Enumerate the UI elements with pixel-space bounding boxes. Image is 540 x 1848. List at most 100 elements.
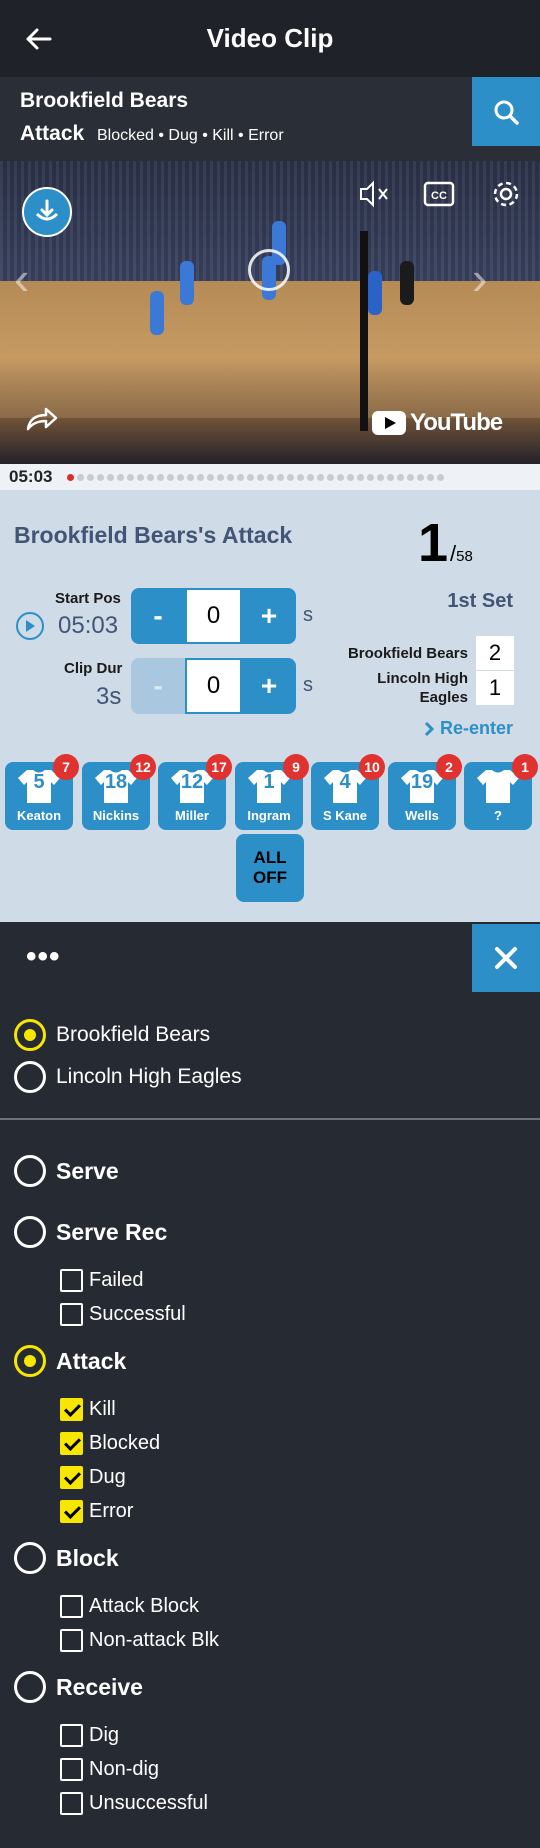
option-checkbox-non-attack-blk[interactable] <box>60 1629 83 1652</box>
option-checkbox-non-dig[interactable] <box>60 1758 83 1781</box>
share-icon[interactable] <box>22 399 60 437</box>
timeline-dot[interactable] <box>97 473 104 481</box>
timeline-dot[interactable] <box>397 473 404 481</box>
timeline-dot[interactable] <box>427 473 434 481</box>
timeline-dots[interactable] <box>67 473 444 481</box>
timeline-dot[interactable] <box>357 473 364 481</box>
player-button[interactable]: 19 Wells 2 <box>388 754 462 830</box>
timeline-dot[interactable] <box>87 473 94 481</box>
start-pos-minus-button[interactable]: - <box>131 588 185 644</box>
player-count-badge: 9 <box>283 754 309 780</box>
category-radio-block[interactable] <box>14 1542 46 1574</box>
timeline-dot[interactable] <box>407 473 414 481</box>
app-brand-icon <box>22 187 72 237</box>
player-button[interactable]: 4S Kane 10 <box>311 754 385 830</box>
play-from-start-icon[interactable] <box>16 612 44 640</box>
option-checkbox-error[interactable] <box>60 1500 83 1523</box>
timeline-dot[interactable] <box>307 473 314 481</box>
player-count-badge: 17 <box>206 754 232 780</box>
timeline-dot[interactable] <box>297 473 304 481</box>
timeline-dot[interactable] <box>327 473 334 481</box>
clip-dur-stepper-value[interactable]: 0 <box>185 658 242 714</box>
away-score: 1 <box>476 671 514 705</box>
timeline-dot[interactable] <box>207 473 214 481</box>
timeline-dot[interactable] <box>197 473 204 481</box>
category-radio-serve[interactable] <box>14 1155 46 1187</box>
timeline-dot[interactable] <box>347 473 354 481</box>
closed-captions-icon[interactable]: CC <box>420 175 458 213</box>
timeline-dot[interactable] <box>107 473 114 481</box>
clip-dur-plus-button[interactable]: + <box>242 658 296 714</box>
timeline-dot[interactable] <box>157 473 164 481</box>
re-enter-link[interactable]: Re-enter <box>424 718 513 739</box>
timeline-dot[interactable] <box>187 473 194 481</box>
start-pos-plus-button[interactable]: + <box>242 588 296 644</box>
option-checkbox-unsuccessful[interactable] <box>60 1792 83 1815</box>
next-chevron-icon[interactable]: › <box>472 251 487 305</box>
youtube-logo[interactable]: YouTube <box>372 409 503 437</box>
timeline-dot[interactable] <box>237 473 244 481</box>
more-options-icon[interactable]: ••• <box>26 942 61 972</box>
timeline-dot[interactable] <box>177 473 184 481</box>
option-label-attack-block: Attack Block <box>89 1595 200 1617</box>
all-off-button[interactable]: ALL OFF <box>236 834 304 902</box>
timeline-dot[interactable] <box>257 473 264 481</box>
player-button[interactable]: 5 Keaton 7 <box>5 754 79 830</box>
clip-dur-value: 3s <box>96 683 122 710</box>
option-checkbox-failed[interactable] <box>60 1269 83 1292</box>
category-radio-attack[interactable] <box>14 1345 46 1377</box>
clip-counter-current: 1 <box>418 513 449 573</box>
timeline-dot[interactable] <box>247 473 254 481</box>
timeline-dot[interactable] <box>317 473 324 481</box>
player-button[interactable]: 12 Miller 17 <box>158 754 232 830</box>
timeline-dot[interactable] <box>137 473 144 481</box>
category-radio-receive[interactable] <box>14 1671 46 1703</box>
timeline-dot[interactable] <box>117 473 124 481</box>
timeline-dot[interactable] <box>377 473 384 481</box>
settings-gear-icon[interactable] <box>487 175 525 213</box>
clip-counter: 1 / 58 <box>418 512 473 574</box>
option-checkbox-dig[interactable] <box>60 1724 83 1747</box>
start-pos-stepper-value[interactable]: 0 <box>185 588 242 644</box>
timeline-dot[interactable] <box>387 473 394 481</box>
timeline-dot[interactable] <box>147 473 154 481</box>
timeline-dot[interactable] <box>337 473 344 481</box>
option-checkbox-kill[interactable] <box>60 1398 83 1421</box>
timeline-dot[interactable] <box>217 473 224 481</box>
youtube-wordmark: YouTube <box>410 409 503 436</box>
timeline-dot[interactable] <box>67 473 74 481</box>
option-checkbox-successful[interactable] <box>60 1303 83 1326</box>
timeline-dot[interactable] <box>77 473 84 481</box>
timeline-dot[interactable] <box>167 473 174 481</box>
timeline-dot[interactable] <box>437 473 444 481</box>
play-ring-icon[interactable] <box>248 249 290 291</box>
player-button[interactable]: 1 Ingram 9 <box>235 754 309 830</box>
option-checkbox-dug[interactable] <box>60 1466 83 1489</box>
timeline-dot[interactable] <box>267 473 274 481</box>
timeline-dot[interactable] <box>367 473 374 481</box>
previous-chevron-icon[interactable]: ‹ <box>14 251 29 305</box>
option-checkbox-blocked[interactable] <box>60 1432 83 1455</box>
away-team-name: Lincoln High Eagles <box>377 669 468 707</box>
timeline-dot[interactable] <box>227 473 234 481</box>
clip-dur-minus-button[interactable]: - <box>131 658 185 714</box>
mute-icon[interactable] <box>355 175 393 213</box>
player-button[interactable]: 18 Nickins 12 <box>82 754 156 830</box>
video-player[interactable]: CC ‹ › YouTube <box>0 161 540 464</box>
close-panel-button[interactable] <box>472 924 540 992</box>
timeline-dot[interactable] <box>127 473 134 481</box>
option-checkbox-attack-block[interactable] <box>60 1595 83 1618</box>
clip-timeline[interactable]: 05:03 <box>0 464 540 490</box>
search-button[interactable] <box>472 77 540 146</box>
timeline-dot[interactable] <box>417 473 424 481</box>
category-radio-serve-rec[interactable] <box>14 1216 46 1248</box>
team-radio-brookfield-bears[interactable] <box>14 1019 46 1051</box>
start-pos-value: 05:03 <box>58 612 119 639</box>
team-radio-lincoln-high-eagles[interactable] <box>14 1061 46 1093</box>
timeline-dot[interactable] <box>287 473 294 481</box>
start-pos-stepper: - 0 + <box>131 588 296 644</box>
set-label: 1st Set <box>447 590 513 612</box>
back-arrow-icon[interactable] <box>22 22 56 56</box>
player-button[interactable]: ? 1 <box>464 754 538 830</box>
timeline-dot[interactable] <box>277 473 284 481</box>
